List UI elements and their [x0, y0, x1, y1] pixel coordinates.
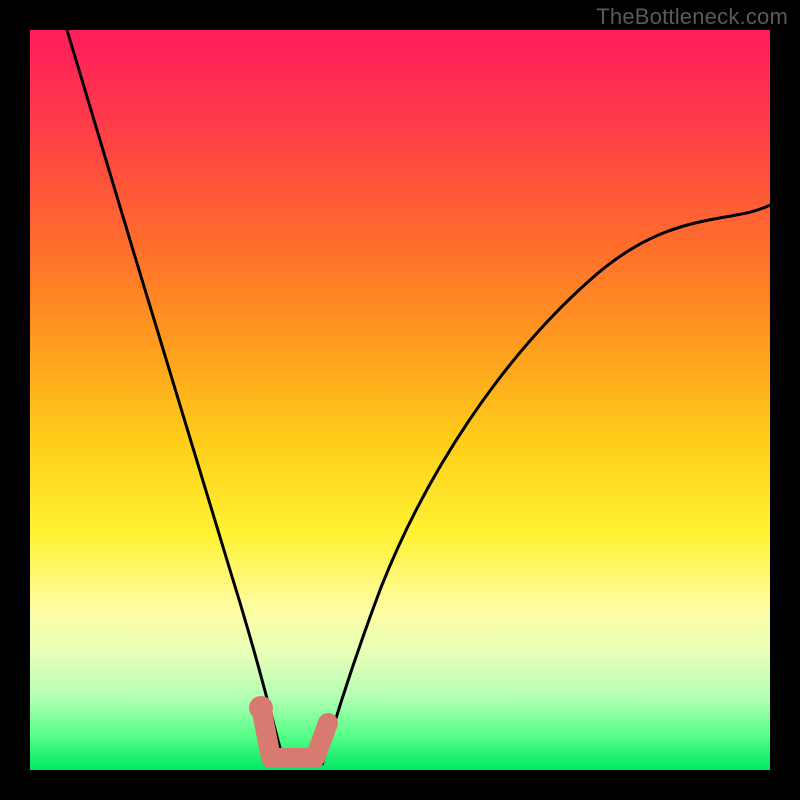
bottleneck-chart: TheBottleneck.com — [0, 0, 800, 800]
curve-left-branch — [67, 30, 285, 765]
curve-right-branch — [322, 205, 770, 765]
optimum-marker-start-dot — [249, 696, 273, 720]
optimum-marker-u — [263, 717, 328, 758]
curve-layer — [30, 30, 770, 770]
watermark-text: TheBottleneck.com — [596, 4, 788, 30]
